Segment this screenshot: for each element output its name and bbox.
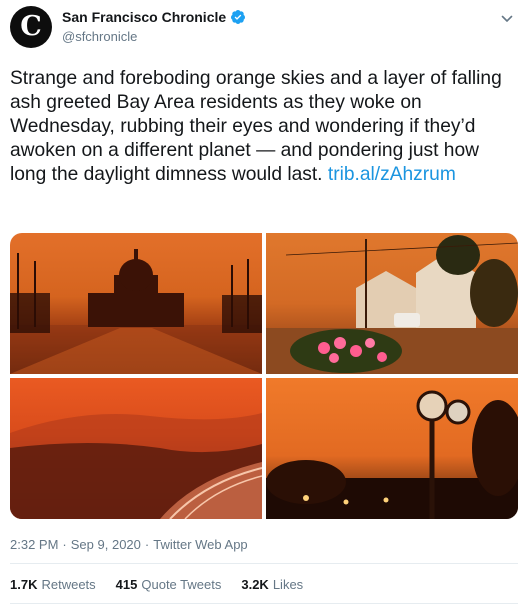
divider [10,603,518,604]
tweet-date[interactable]: Sep 9, 2020 [71,537,141,552]
display-name[interactable]: San Francisco Chronicle [62,9,226,25]
retweets-count: 1.7K [10,577,38,592]
quote-tweets-stat[interactable]: 415 Quote Tweets [116,577,222,592]
quote-tweets-count: 415 [115,577,138,592]
divider [10,563,518,564]
meta-separator: · [62,537,67,552]
author-name-row[interactable]: San Francisco Chronicle [62,9,246,25]
photo-coastline[interactable] [10,378,262,519]
tweet-link[interactable]: trib.al/zAhzrum [328,164,456,185]
quote-tweets-label: Quote Tweets [141,577,222,592]
tweet-card: C San Francisco Chronicle @sfchronicle S… [0,0,528,616]
media-grid [10,233,518,519]
tweet-source[interactable]: Twitter Web App [153,537,247,552]
photo-street-houses[interactable] [266,233,518,374]
photo-street-clock[interactable] [266,378,518,519]
tweet-time[interactable]: 2:32 PM [10,537,58,552]
street-clock-image [266,390,518,519]
verified-badge-icon [231,10,246,24]
tweet-text: Strange and foreboding orange skies and … [10,67,520,187]
city-hall-image [10,249,262,374]
likes-count: 3.2K [241,577,269,592]
meta-separator: · [144,537,150,552]
tweet-timestamp[interactable]: 2:32 PM · Sep 9, 2020 · Twitter Web App [10,537,248,552]
tweet-stats: 1.7K Retweets 415 Quote Tweets 3.2K Like… [10,577,323,592]
street-houses-image [266,235,518,374]
chevron-down-icon[interactable] [500,12,514,26]
likes-label: Likes [272,577,304,592]
likes-stat[interactable]: 3.2K Likes [241,577,303,592]
avatar[interactable]: C [10,6,52,48]
retweets-label: Retweets [41,577,96,592]
retweets-stat[interactable]: 1.7K Retweets [10,577,96,592]
coastline-image [10,413,262,519]
handle[interactable]: @sfchronicle [62,29,137,44]
newspaper-logo-icon: C [20,10,42,42]
photo-city-hall[interactable] [10,233,262,374]
